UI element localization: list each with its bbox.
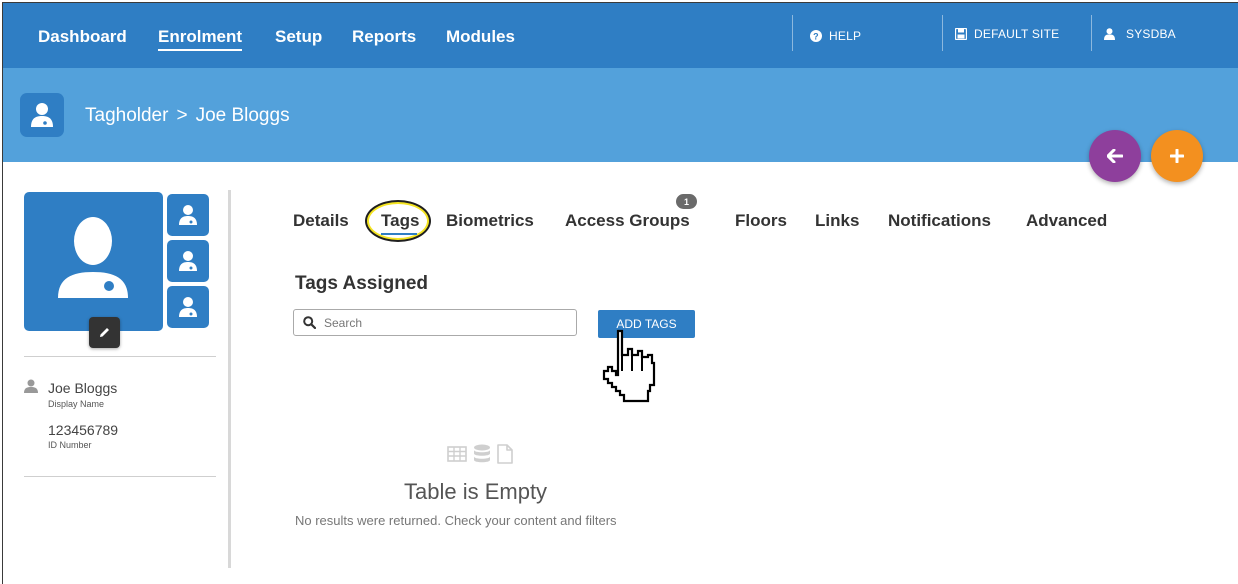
- tagholder-icon: [20, 93, 64, 137]
- search-box: [293, 309, 577, 336]
- plus-icon: [1170, 149, 1184, 163]
- tab-access-groups[interactable]: Access Groups: [565, 211, 690, 231]
- tab-notifications[interactable]: Notifications: [888, 211, 991, 231]
- tab-floors[interactable]: Floors: [735, 211, 787, 231]
- tab-biometrics[interactable]: Biometrics: [446, 211, 534, 231]
- back-button[interactable]: [1089, 130, 1141, 182]
- person-icon: [179, 251, 197, 271]
- section-title: Tags Assigned: [295, 273, 429, 294]
- file-icon: [497, 444, 513, 464]
- hand-pointer-icon: [602, 329, 656, 403]
- site-label: DEFAULT SITE: [974, 27, 1060, 41]
- help-label: HELP: [829, 29, 862, 43]
- nav-modules[interactable]: Modules: [446, 27, 515, 47]
- user-icon: [1104, 28, 1115, 40]
- person-icon: [58, 217, 128, 298]
- save-icon: [955, 28, 967, 40]
- help-link[interactable]: ? HELP: [810, 29, 861, 43]
- person-icon: [179, 205, 197, 225]
- column-divider: [228, 190, 231, 568]
- search-icon: [303, 316, 316, 329]
- id-number-value: 123456789: [48, 422, 119, 438]
- display-name-value: Joe Bloggs: [48, 380, 118, 396]
- divider: [24, 356, 216, 357]
- access-groups-count-badge: 1: [676, 194, 697, 209]
- breadcrumb-separator: >: [176, 105, 188, 126]
- nav-divider: [1091, 15, 1092, 51]
- table-icon: [447, 446, 467, 462]
- user-menu[interactable]: SYSDBA: [1104, 27, 1176, 41]
- site-selector[interactable]: DEFAULT SITE: [955, 27, 1059, 41]
- tab-advanced[interactable]: Advanced: [1026, 211, 1107, 231]
- nav-divider: [792, 15, 793, 51]
- tab-details[interactable]: Details: [293, 211, 349, 231]
- edit-photo-button[interactable]: [89, 317, 120, 348]
- breadcrumb: Tagholder > Joe Bloggs: [85, 105, 290, 127]
- profile-photo: [24, 192, 163, 331]
- photo-thumbnail-3[interactable]: [167, 286, 209, 328]
- person-icon: [31, 103, 53, 127]
- top-navbar: Dashboard Enrolment Setup Reports Module…: [3, 3, 1238, 68]
- photo-thumbnail-2[interactable]: [167, 240, 209, 282]
- breadcrumb-parent[interactable]: Tagholder: [85, 105, 168, 126]
- nav-enrolment[interactable]: Enrolment: [158, 27, 243, 51]
- nav-divider: [942, 15, 943, 51]
- pencil-icon: [100, 328, 109, 337]
- add-button[interactable]: [1151, 130, 1203, 182]
- database-icon: [474, 444, 490, 463]
- person-icon: [179, 297, 197, 317]
- breadcrumb-current: Joe Bloggs: [195, 105, 290, 126]
- tab-links[interactable]: Links: [815, 211, 859, 231]
- search-input[interactable]: [324, 315, 564, 330]
- divider: [24, 476, 216, 477]
- photo-thumbnail-1[interactable]: [167, 194, 209, 236]
- arrow-left-icon: [1107, 149, 1123, 163]
- tab-tags[interactable]: Tags: [381, 211, 419, 231]
- active-tab-indicator: [381, 233, 417, 235]
- id-number-caption: ID Number: [48, 440, 92, 450]
- svg-text:?: ?: [813, 32, 819, 42]
- user-label: SYSDBA: [1126, 27, 1176, 41]
- empty-state-icons: [447, 444, 513, 464]
- user-icon: [24, 379, 38, 393]
- display-name-caption: Display Name: [48, 399, 105, 409]
- question-circle-icon: ?: [810, 30, 822, 42]
- page-header: Tagholder > Joe Bloggs: [3, 68, 1238, 162]
- empty-state-title: Table is Empty: [404, 479, 548, 504]
- nav-setup[interactable]: Setup: [275, 27, 322, 47]
- nav-dashboard[interactable]: Dashboard: [38, 27, 127, 47]
- empty-state-subtitle: No results were returned. Check your con…: [295, 513, 617, 528]
- nav-reports[interactable]: Reports: [352, 27, 416, 47]
